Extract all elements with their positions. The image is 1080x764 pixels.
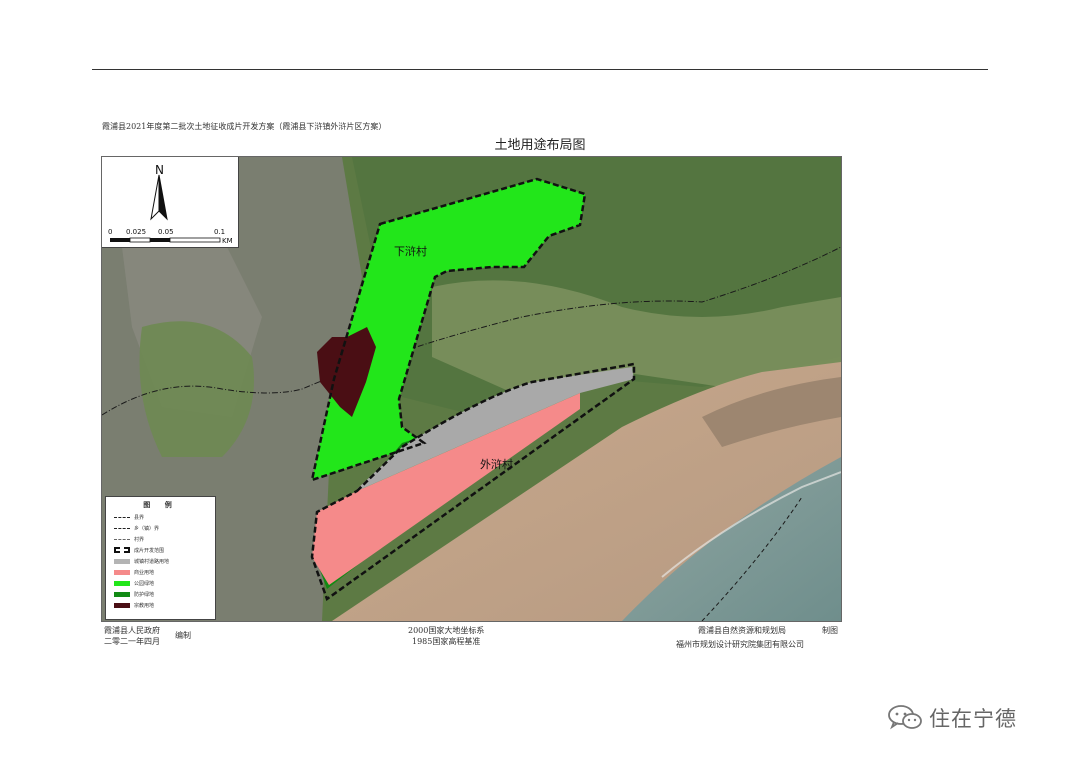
legend-item-county: 县界 [114,513,144,521]
legend-item-village: 村界 [114,535,144,543]
top-rule [92,69,988,70]
footer-coordinate-system: 2000国家大地坐标系 [408,626,485,635]
scale-tick-2: 0.05 [158,228,174,236]
long-dash-line-icon [114,527,130,529]
wechat-icon [888,705,922,730]
footer-right-org1: 霞浦县自然资源和规划局 [698,626,786,635]
village-label-upper: 下浒村 [394,245,427,258]
road-swatch-icon [114,558,130,564]
park-swatch-icon [114,580,130,586]
map-title: 土地用途布局图 [494,138,586,153]
legend-item-religious: 宗教用地 [114,601,154,609]
legend-item-road: 城镇村道路用地 [114,557,169,565]
document-subtitle: 霞浦县2021年度第二批次土地征收成片开发方案（霞浦县下浒镇外浒片区方案） [102,122,387,131]
dash-line-icon [114,538,130,540]
footer-left-date: 二零二一年四月 [104,637,160,646]
scale-tick-3: 0.1 [214,228,226,236]
legend: 图 例 县界 乡（镇）界 村界 成片开发范围 城镇村道路用地 商业用地 公园绿地 [105,496,216,620]
footer-left: 霞浦县人民政府 二零二一年四月 [104,625,160,647]
north-letter: N [155,163,164,177]
legend-item-commercial: 商业用地 [114,568,154,576]
footer-elevation-datum: 1985国家高程基准 [412,637,481,646]
legend-title: 图 例 [143,501,178,509]
watermark-text: 住在宁德 [929,707,1017,731]
legend-item-park: 公园绿地 [114,579,154,587]
footer-center: 2000国家大地坐标系 1985国家高程基准 [408,625,484,647]
footer-left-role: 编制 [175,631,191,640]
legend-item-protective: 防护绿地 [114,590,154,598]
terraced-hill-left [139,321,254,457]
boundary-swatch-icon [114,547,130,553]
scale-tick-0: 0 [108,228,113,236]
footer-right-role: 制图 [822,626,838,635]
commercial-swatch-icon [114,569,130,575]
religious-swatch-icon [114,602,130,608]
map-frame[interactable]: N 0 0.025 0.05 0.1 KM 下浒村 外浒村 图 例 县界 乡（镇… [101,156,842,622]
north-scale-box: N 0 0.025 0.05 0.1 KM [102,157,239,248]
legend-item-township: 乡（镇）界 [114,524,159,532]
legend-item-boundary: 成片开发范围 [114,546,164,554]
scale-unit: KM [222,237,233,245]
protective-swatch-icon [114,591,130,597]
footer-left-org: 霞浦县人民政府 [104,626,160,635]
dash-dot-line-icon [114,516,130,518]
watermark: 住在宁德 [887,703,1017,733]
footer-right-org2: 福州市规划设计研究院集团有限公司 [676,640,804,649]
village-label-lower: 外浒村 [480,458,513,471]
scale-tick-1: 0.025 [126,228,147,236]
